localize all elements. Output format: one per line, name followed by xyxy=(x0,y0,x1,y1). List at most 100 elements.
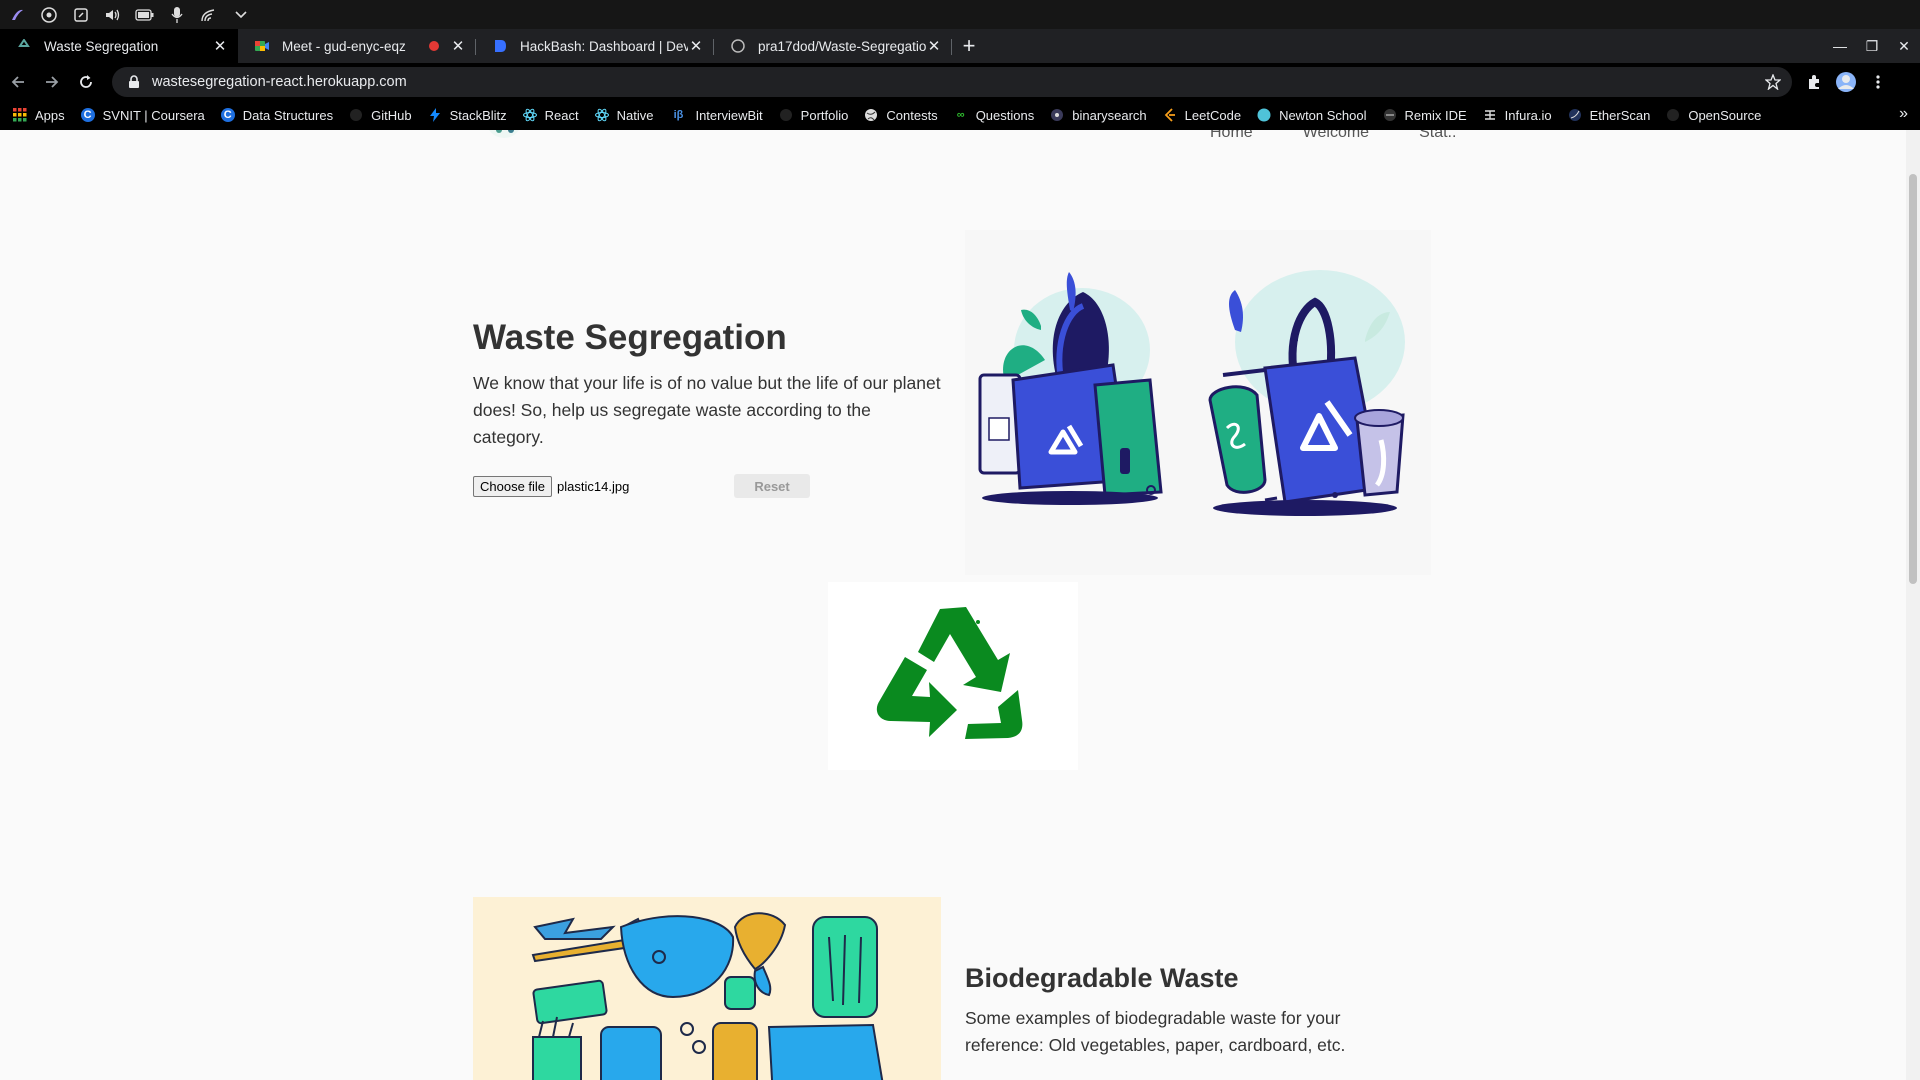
recycle-favicon-icon xyxy=(16,38,32,54)
os-top-bar xyxy=(0,0,1920,29)
meet-favicon-icon xyxy=(254,38,270,54)
bookmark-etherscan[interactable]: EtherScan xyxy=(1568,108,1650,123)
battery-icon[interactable] xyxy=(134,4,156,26)
tab-meet[interactable]: Meet - gud-enyc-eqz ✕ xyxy=(238,29,476,63)
bookmark-data-structures[interactable]: C Data Structures xyxy=(220,107,334,123)
bookmark-apps[interactable]: Apps xyxy=(13,108,65,123)
bookmark-infura[interactable]: Infura.io xyxy=(1483,108,1552,123)
bookmark-label: Apps xyxy=(35,107,65,123)
microphone-icon[interactable] xyxy=(166,4,188,26)
chevron-down-icon[interactable] xyxy=(230,4,252,26)
leetcode-icon xyxy=(1163,108,1177,122)
globe-icon xyxy=(864,108,878,122)
upload-row: Choose file plastic14.jpg Reset xyxy=(473,474,811,498)
tab-title: HackBash: Dashboard | Devfolio xyxy=(520,38,688,54)
bookmark-label: Newton School xyxy=(1279,107,1367,123)
forward-button[interactable] xyxy=(36,66,68,98)
react-icon xyxy=(522,108,537,122)
site-logo[interactable] xyxy=(478,130,530,150)
restore-icon[interactable]: ❐ xyxy=(1856,29,1888,63)
extensions-icon[interactable] xyxy=(1798,66,1830,98)
tab-title: Meet - gud-enyc-eqz xyxy=(282,38,406,54)
volume-icon[interactable] xyxy=(102,4,124,26)
tab-waste-segregation[interactable]: Waste Segregation ✕ xyxy=(0,29,238,63)
window-controls: — ❐ ✕ xyxy=(1824,29,1920,63)
devfolio-favicon-icon xyxy=(492,38,508,54)
web-page: Home Welcome Stat.. Waste Segregation We… xyxy=(0,130,1920,1080)
recording-indicator-icon xyxy=(426,38,442,54)
bookmark-label: LeetCode xyxy=(1184,107,1242,123)
binarysearch-icon xyxy=(1050,108,1064,122)
wifi-icon[interactable] xyxy=(198,4,220,26)
nav-link-welcome[interactable]: Welcome xyxy=(1303,130,1369,142)
reset-button[interactable]: Reset xyxy=(734,474,811,498)
page-title: Waste Segregation xyxy=(473,318,787,357)
stackblitz-icon xyxy=(428,108,442,122)
more-bookmarks-button[interactable]: » xyxy=(1899,105,1908,123)
bookmark-react[interactable]: React xyxy=(522,107,579,123)
scrollbar-thumb[interactable] xyxy=(1909,174,1917,584)
react-icon xyxy=(594,108,609,122)
biodegradable-title: Biodegradable Waste xyxy=(965,963,1239,993)
interviewbit-icon: iβ xyxy=(673,109,684,121)
biodegradable-description: Some examples of biodegradable waste for… xyxy=(965,1008,1346,1055)
bookmark-portfolio[interactable]: Portfolio xyxy=(779,108,848,123)
reload-button[interactable] xyxy=(70,66,102,98)
choose-file-button[interactable]: Choose file xyxy=(473,475,553,497)
portfolio-icon xyxy=(779,108,793,122)
bookmark-binarysearch[interactable]: binarysearch xyxy=(1050,107,1147,123)
bookmark-opensource[interactable]: OpenSource xyxy=(1666,108,1761,123)
tab-hackbash[interactable]: HackBash: Dashboard | Devfolio ✕ xyxy=(476,29,714,63)
bookmark-label: React xyxy=(544,107,579,123)
bookmarks-bar: Apps C SVNIT | Coursera C Data Structures … xyxy=(0,100,1920,130)
close-window-icon[interactable]: ✕ xyxy=(1888,29,1920,63)
lock-icon[interactable] xyxy=(126,74,142,90)
bookmark-label: Infura.io xyxy=(1504,107,1552,123)
tab-github-repo[interactable]: pra17dod/Waste-Segregation ✕ xyxy=(714,29,952,63)
bookmark-star-icon[interactable] xyxy=(1764,73,1782,91)
browser-toolbar: wastesegregation-react.herokuapp.com xyxy=(0,63,1920,100)
bookmark-label: Data Structures xyxy=(242,107,334,123)
bookmark-label: StackBlitz xyxy=(449,107,507,123)
bookmark-interviewbit[interactable]: iβ InterviewBit xyxy=(669,108,763,123)
bookmark-questions[interactable]: ∞ Questions xyxy=(954,107,1035,123)
remix-icon xyxy=(1383,108,1397,122)
hero-illustration xyxy=(965,230,1431,575)
address-bar[interactable]: wastesegregation-react.herokuapp.com xyxy=(112,66,1792,97)
menu-icon[interactable] xyxy=(1862,66,1894,98)
url-text[interactable]: wastesegregation-react.herokuapp.com xyxy=(152,74,1764,90)
app-launcher-icon[interactable] xyxy=(6,4,28,26)
close-icon[interactable]: ✕ xyxy=(212,38,228,55)
close-icon[interactable]: ✕ xyxy=(450,38,466,55)
bookmark-leetcode[interactable]: LeetCode xyxy=(1163,108,1241,123)
page-scrollbar[interactable] xyxy=(1906,130,1920,1080)
bookmark-native[interactable]: Native xyxy=(594,107,654,123)
bookmark-svnit-coursera[interactable]: C SVNIT | Coursera xyxy=(80,108,205,123)
bookmark-label: Questions xyxy=(975,107,1035,123)
close-icon[interactable]: ✕ xyxy=(688,38,704,55)
notes-icon[interactable] xyxy=(70,4,92,26)
github-favicon-icon xyxy=(730,38,746,54)
nav-link-stat[interactable]: Stat.. xyxy=(1419,130,1456,142)
close-icon[interactable]: ✕ xyxy=(926,38,942,55)
bookmark-label: Native xyxy=(616,107,654,123)
bookmark-github[interactable]: GitHub xyxy=(349,108,412,123)
bookmark-newton-school[interactable]: Newton School xyxy=(1257,107,1367,123)
bookmark-stackblitz[interactable]: StackBlitz xyxy=(428,108,507,123)
opensource-icon xyxy=(1666,108,1680,122)
bookmark-label: binarysearch xyxy=(1072,107,1147,123)
infura-icon xyxy=(1483,108,1497,122)
settings-icon[interactable] xyxy=(38,4,60,26)
bookmark-contests[interactable]: Contests xyxy=(864,108,938,123)
minimize-icon[interactable]: — xyxy=(1824,29,1856,63)
new-tab-button[interactable]: + xyxy=(952,29,986,63)
back-button[interactable] xyxy=(2,66,34,98)
recycle-logo xyxy=(828,582,1078,770)
profile-avatar[interactable] xyxy=(1830,66,1862,98)
nav-link-home[interactable]: Home xyxy=(1210,130,1253,142)
tab-title: Waste Segregation xyxy=(44,38,159,54)
hero-description: We know that your life is of no value bu… xyxy=(473,373,941,447)
bookmark-remix-ide[interactable]: Remix IDE xyxy=(1383,108,1467,123)
bookmark-label: OpenSource xyxy=(1688,107,1762,123)
questions-icon: ∞ xyxy=(956,109,965,121)
